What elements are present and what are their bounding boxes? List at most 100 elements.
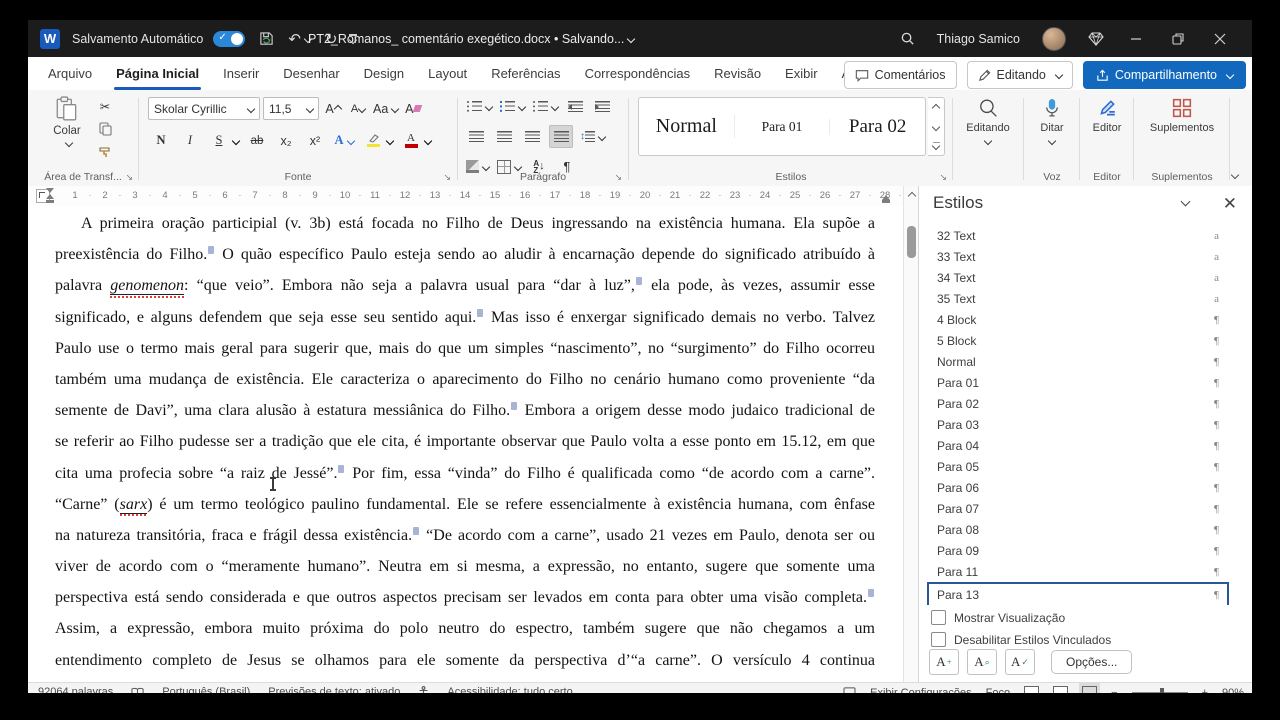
zoom-out-icon[interactable]: − (1111, 687, 1117, 694)
avatar[interactable] (1042, 26, 1066, 51)
grow-font-button[interactable]: A (322, 98, 344, 119)
dialog-launcher-icon[interactable]: ↘ (939, 172, 947, 183)
style-inspector-button[interactable]: A ⌕ (967, 649, 997, 675)
style-options-button[interactable]: Opções... (1051, 650, 1133, 674)
close-button[interactable] (1210, 33, 1230, 45)
document-line[interactable]: “Carne” (sarx) é um termo teológico paul… (55, 489, 875, 520)
tab-layout[interactable]: Layout (416, 57, 479, 90)
editing-mode-button[interactable]: Editando (966, 61, 1073, 89)
increase-indent-button[interactable] (591, 96, 613, 117)
decrease-indent-button[interactable] (564, 96, 586, 117)
style-item-para-08[interactable]: Para 08 ¶ (927, 519, 1229, 540)
superscript-button[interactable]: x² (304, 130, 326, 151)
document-line[interactable]: também uma mudança de existência. Ele ca… (55, 364, 875, 395)
comments-button[interactable]: Comentários (843, 61, 957, 89)
font-size-select[interactable]: 11,5 (263, 97, 319, 120)
document-line[interactable]: preexistência do Filho. O quão específic… (55, 239, 875, 270)
zoom-slider-thumb[interactable] (1159, 687, 1164, 693)
style-item-para-07[interactable]: Para 07 ¶ (927, 498, 1229, 519)
line-spacing-button[interactable]: ↕ (579, 126, 607, 147)
manage-styles-button[interactable]: A ✓ (1005, 649, 1035, 675)
style-gallery-item-normal[interactable]: Normal (639, 115, 735, 138)
document-line[interactable]: cita uma profecia sobre “a raiz de Jessé… (55, 458, 875, 489)
tab-design[interactable]: Design (352, 57, 416, 90)
collapse-ribbon-icon[interactable] (1230, 170, 1240, 180)
share-button[interactable]: Compartilhamento (1082, 61, 1246, 89)
style-item-para-04[interactable]: Para 04 ¶ (927, 435, 1229, 456)
italic-button[interactable]: I (179, 130, 201, 151)
subscript-button[interactable]: x₂ (275, 130, 297, 151)
multilevel-list-button[interactable] (531, 96, 560, 117)
document-scrollbar[interactable] (903, 186, 919, 693)
footnote-ref-icon[interactable] (511, 402, 518, 411)
save-icon[interactable] (259, 31, 274, 46)
tab-desenhar[interactable]: Desenhar (271, 57, 351, 90)
tab-p-gina-inicial[interactable]: Página Inicial (104, 57, 211, 90)
chevron-down-icon[interactable] (231, 136, 241, 145)
align-center-button[interactable] (493, 126, 515, 147)
font-color-button[interactable]: A (400, 130, 422, 151)
show-preview-checkbox[interactable]: Mostrar Visualização (931, 610, 1065, 625)
footnote-ref-icon[interactable] (413, 526, 420, 535)
align-left-button[interactable] (465, 126, 487, 147)
user-name[interactable]: Thiago Samico (937, 32, 1020, 46)
copy-button[interactable] (94, 121, 116, 137)
italic-term[interactable]: genomenon (110, 277, 185, 296)
dictate-button[interactable]: Ditar (1027, 90, 1077, 168)
align-right-button[interactable] (521, 126, 543, 147)
word-logo-icon[interactable]: W (40, 28, 60, 49)
footnote-ref-icon[interactable] (208, 246, 215, 255)
accessibility-status[interactable]: Acessibilidade: tudo certo (447, 686, 572, 693)
word-count[interactable]: 92064 palavras (38, 686, 113, 693)
document-line[interactable]: significado, e alguns defendem que seja … (55, 302, 875, 333)
bullets-button[interactable] (465, 96, 494, 117)
web-layout-icon[interactable] (1079, 683, 1101, 693)
tab-refer-ncias[interactable]: Referências (479, 57, 572, 90)
autosave-toggle[interactable]: ✓ (213, 30, 246, 47)
chevron-down-icon[interactable] (423, 136, 433, 145)
numbering-button[interactable] (498, 96, 527, 117)
style-item-33-text[interactable]: 33 Text a (927, 246, 1229, 267)
document-line[interactable]: semente de Davi”, uma clara alusão à est… (55, 395, 875, 426)
underline-button[interactable]: S (208, 130, 230, 151)
document-area[interactable]: A primeira oração participial (v. 3b) es… (28, 206, 903, 693)
search-icon[interactable] (900, 31, 915, 46)
zoom-level[interactable]: 90% (1222, 687, 1244, 694)
font-name-select[interactable]: Skolar Cyrillic (148, 97, 260, 120)
style-item-para-05[interactable]: Para 05 ¶ (927, 456, 1229, 477)
scrollbar-thumb[interactable] (906, 226, 916, 258)
tab-exibir[interactable]: Exibir (773, 57, 830, 90)
italic-term[interactable]: sarx (119, 495, 148, 514)
zoom-in-icon[interactable]: + (1202, 687, 1208, 694)
highlight-color-button[interactable] (362, 130, 384, 151)
dialog-launcher-icon[interactable]: ↘ (443, 172, 451, 183)
format-painter-button[interactable] (94, 144, 116, 160)
style-item-para-13[interactable]: Para 13 ¶ (927, 582, 1229, 605)
addins-button[interactable]: Suplementos (1137, 90, 1227, 168)
style-item-32-text[interactable]: 32 Text a (927, 225, 1229, 246)
disable-linked-styles-checkbox[interactable]: Desabilitar Estilos Vinculados (931, 632, 1111, 647)
footnote-ref-icon[interactable] (477, 308, 484, 317)
style-gallery-item-para-02[interactable]: Para 02 (830, 116, 925, 138)
gallery-more-icon[interactable] (928, 136, 944, 155)
dialog-launcher-icon[interactable]: ↘ (125, 172, 133, 183)
change-case-button[interactable]: Aa (372, 98, 400, 119)
ruler[interactable]: 1234567891011121314151617181920212223242… (28, 186, 903, 207)
document-line[interactable]: se referir ao Filho pudesse ser a tradiç… (55, 426, 875, 457)
text-effects-button[interactable]: A (333, 130, 355, 151)
paste-button[interactable]: Colar (44, 96, 90, 148)
clear-formatting-button[interactable]: A (402, 98, 424, 119)
document-line[interactable]: Paulo use o termo mais geral para sugeri… (55, 333, 875, 364)
indent-marker-right[interactable] (882, 195, 890, 203)
gallery-scroll-down-icon[interactable] (928, 117, 944, 136)
premium-gem-icon[interactable] (1088, 31, 1104, 46)
tab-arquivo[interactable]: Arquivo (36, 57, 104, 90)
editing-button[interactable]: Editando (956, 90, 1020, 168)
document-line[interactable]: na natureza transitória, fraca e frágil … (55, 520, 875, 551)
style-item-34-text[interactable]: 34 Text a (927, 267, 1229, 288)
document-line[interactable]: Assim, a expressão, embora muito próxima… (55, 613, 875, 644)
footnote-ref-icon[interactable] (635, 277, 642, 286)
strikethrough-button[interactable]: ab (246, 130, 268, 151)
focus-mode-button[interactable]: Foco (986, 687, 1010, 694)
style-item-35-text[interactable]: 35 Text a (927, 288, 1229, 309)
